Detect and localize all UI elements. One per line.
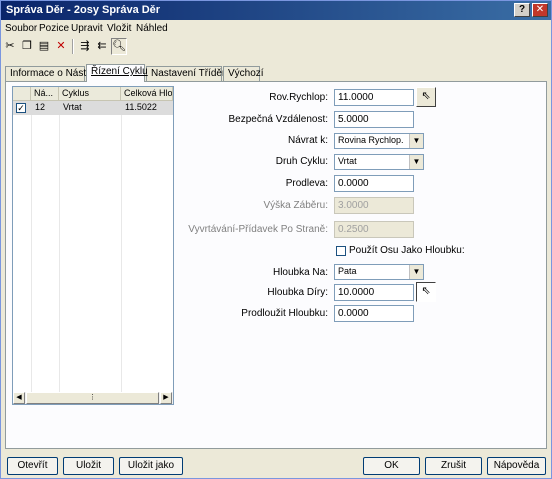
chevron-down-icon[interactable]: ▼	[409, 155, 423, 169]
tab-rizeni-cyklu-label: Řízení Cyklu	[91, 66, 148, 77]
vyska-zaberu-label: Výška Záběru:	[263, 200, 328, 211]
pouzit-osu-label: Použít Osu Jako Hloubku:	[349, 245, 465, 256]
bezpecna-vzdalenost-label: Bezpečná Vzdálenost:	[228, 114, 328, 125]
close-title-button[interactable]: ✕	[532, 3, 548, 17]
tab-nastaveni-trideni[interactable]: Nastavení Třídění	[146, 66, 230, 81]
scroll-left-icon[interactable]: ◀	[13, 392, 25, 404]
row-num: 12	[35, 102, 46, 112]
rov-rychlop-label: Rov.Rychlop:	[269, 92, 328, 103]
grid-line	[121, 101, 122, 392]
list-header-num[interactable]: Ná...	[31, 87, 59, 101]
horizontal-scrollbar[interactable]: ◀ ⋮ ▶	[13, 392, 173, 404]
list-header-cycle[interactable]: Cyklus	[59, 87, 121, 101]
list-header-depth[interactable]: Celková Hlou	[121, 87, 173, 101]
vyvrtavani-pridavek-field: 0.2500	[334, 221, 414, 238]
hloubka-na-label: Hloubka Na:	[272, 267, 328, 278]
menu-bar: Soubor Pozice Upravit Vložit Náhled	[1, 20, 551, 37]
vyska-zaberu-field: 3.0000	[334, 197, 414, 214]
pouzit-osu-checkbox[interactable]	[336, 246, 346, 256]
title-bar: Správa Děr - 2osy Správa Děr ? ✕	[1, 1, 551, 20]
grid-line	[31, 101, 32, 392]
hloubka-na-value: Pata	[338, 266, 357, 276]
tab-panel: Ná... Cyklus Celková Hlou ✓ 12 Vrtat 11.…	[5, 81, 547, 449]
prodleva-field[interactable]: 0.0000	[334, 175, 414, 192]
druh-cyklu-select[interactable]: Vrtat ▼	[334, 154, 424, 170]
navrat-k-label: Návrat k:	[287, 135, 328, 146]
scissors-icon[interactable]: ✂	[2, 38, 18, 55]
rov-rychlop-field[interactable]: 11.0000	[334, 89, 414, 106]
navrat-k-select[interactable]: Rovina Rychlop. ▼	[334, 133, 424, 149]
pick-cursor-icon[interactable]: ⇖	[416, 87, 436, 107]
preview-icon[interactable]: 🔍︎	[111, 38, 127, 55]
help-button[interactable]: Nápověda	[487, 457, 546, 475]
menu-pozice[interactable]: Pozice	[39, 23, 69, 34]
hole-list[interactable]: Ná... Cyklus Celková Hlou ✓ 12 Vrtat 11.…	[12, 86, 174, 405]
help-title-button[interactable]: ?	[514, 3, 530, 17]
druh-cyklu-value: Vrtat	[338, 156, 357, 166]
prodleva-label: Prodleva:	[285, 178, 328, 189]
save-button[interactable]: Uložit	[63, 457, 114, 475]
menu-vlozit[interactable]: Vložit	[107, 23, 131, 34]
ok-button[interactable]: OK	[363, 457, 420, 475]
row-depth: 11.5022	[125, 102, 157, 112]
open-button[interactable]: Otevřít	[7, 457, 58, 475]
hloubka-diry-label: Hloubka Díry:	[267, 287, 328, 298]
menu-upravit[interactable]: Upravit	[71, 23, 103, 34]
hloubka-diry-field[interactable]: 10.0000	[334, 284, 414, 301]
indent-left-icon[interactable]: ⇇	[94, 38, 110, 55]
menu-soubor[interactable]: Soubor	[5, 23, 37, 34]
navrat-k-value: Rovina Rychlop.	[338, 135, 404, 145]
druh-cyklu-label: Druh Cyklu:	[275, 156, 328, 167]
paste-icon[interactable]: ▤	[36, 38, 52, 55]
menu-nahled[interactable]: Náhled	[136, 23, 168, 34]
save-as-button[interactable]: Uložit jako	[119, 457, 183, 475]
prodlouzit-hloubku-label: Prodloužit Hloubku:	[241, 308, 328, 319]
list-header-blank[interactable]	[13, 87, 31, 101]
tab-rizeni-cyklu[interactable]: Řízení Cyklu	[86, 64, 148, 82]
prodlouzit-hloubku-field[interactable]: 0.0000	[334, 305, 414, 322]
vyvrtavani-pridavek-label: Vyvrtávání-Přídavek Po Straně:	[188, 224, 328, 235]
tab-informace-o-nastroji[interactable]: Informace o Nástroji	[5, 66, 99, 81]
scroll-thumb[interactable]: ⋮	[26, 392, 159, 404]
hloubka-na-select[interactable]: Pata ▼	[334, 264, 424, 280]
row-checkbox[interactable]: ✓	[16, 103, 26, 113]
pick-cursor-icon[interactable]: ⇖	[416, 282, 436, 302]
table-row[interactable]: ✓ 12 Vrtat 11.5022	[13, 101, 173, 115]
cancel-button[interactable]: Zrušit	[425, 457, 482, 475]
chevron-down-icon[interactable]: ▼	[409, 134, 423, 148]
copy-icon[interactable]: ❐	[19, 38, 35, 55]
delete-icon[interactable]: ✕	[53, 38, 69, 55]
toolbar-separator	[72, 39, 74, 54]
chevron-down-icon[interactable]: ▼	[409, 265, 423, 279]
tab-vychozi[interactable]: Výchozí	[223, 66, 264, 81]
dialog-window: Správa Děr - 2osy Správa Děr ? ✕ Soubor …	[0, 0, 552, 479]
grid-line	[59, 101, 60, 392]
scroll-right-icon[interactable]: ▶	[160, 392, 172, 404]
row-cycle: Vrtat	[63, 102, 82, 112]
indent-right-icon[interactable]: ⇶	[77, 38, 93, 55]
bezpecna-vzdalenost-field[interactable]: 5.0000	[334, 111, 414, 128]
window-title: Správa Děr - 2osy Správa Děr	[6, 4, 161, 16]
